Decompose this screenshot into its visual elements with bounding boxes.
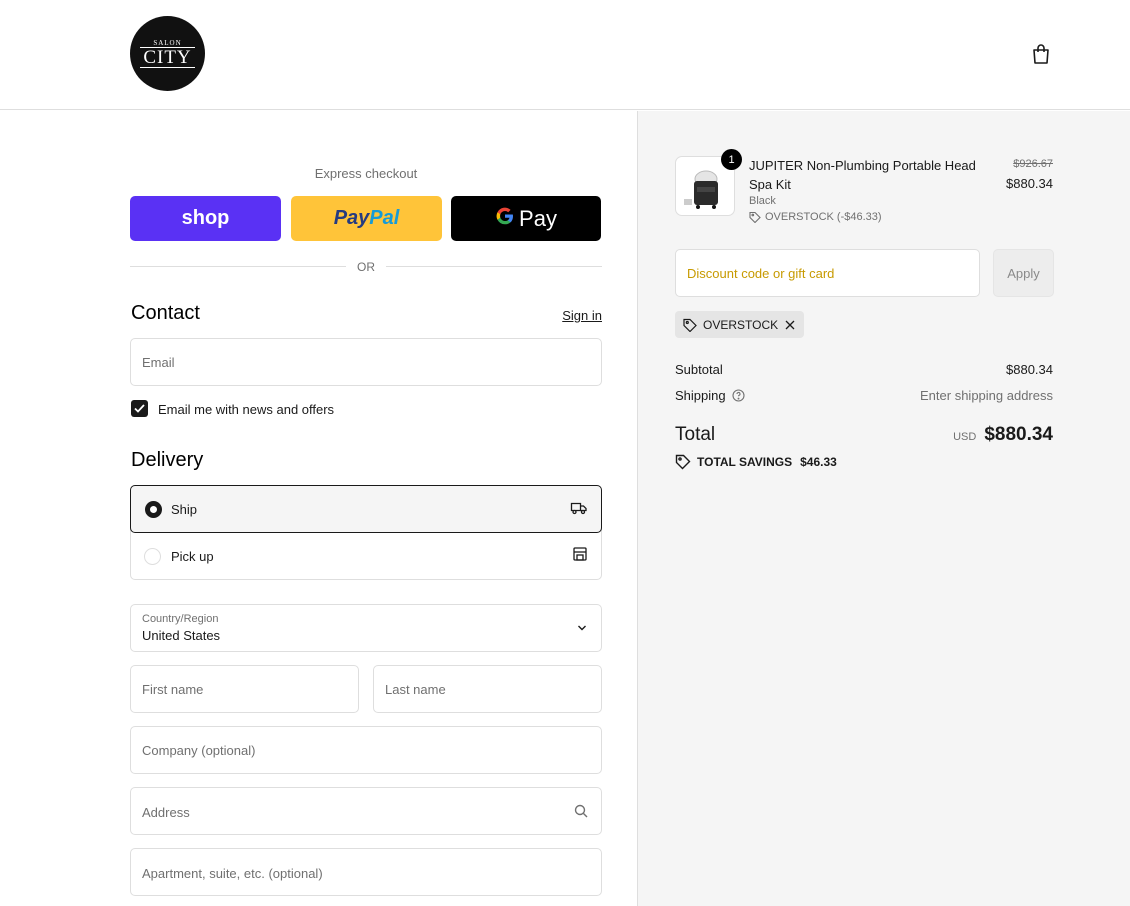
discount-code-field[interactable]: Discount code or gift card — [675, 249, 980, 297]
product-discount-text: OVERSTOCK (-$46.33) — [765, 211, 882, 223]
item-price: $880.34 — [1006, 176, 1053, 191]
chevron-down-icon — [578, 625, 586, 631]
pickup-label: Pick up — [171, 549, 214, 564]
store-logo[interactable]: SALON CITY — [130, 16, 205, 91]
order-summary: 1 JUPITER Non-Plumbing Portable Head Spa… — [637, 111, 1130, 906]
google-pay-label: Pay — [519, 205, 557, 231]
country-value: United States — [142, 628, 221, 643]
store-icon — [573, 547, 587, 561]
logo-city-text: CITY — [140, 46, 195, 68]
applied-discount-code: OVERSTOCK — [703, 317, 779, 332]
apartment-field[interactable]: Apartment, suite, etc. (optional) — [130, 848, 602, 896]
newsletter-checkbox[interactable] — [131, 400, 148, 417]
checkmark-icon — [134, 404, 145, 413]
subtotal-label: Subtotal — [675, 362, 723, 377]
total-savings-label: TOTAL SAVINGS — [697, 455, 793, 469]
ship-radio[interactable] — [145, 501, 162, 518]
tag-icon — [749, 211, 761, 223]
email-placeholder: Email — [142, 355, 175, 370]
apply-discount-button[interactable]: Apply — [993, 249, 1054, 297]
total-savings: TOTAL SAVINGS $46.33 — [675, 454, 837, 470]
tag-icon — [675, 454, 691, 470]
delivery-option-ship[interactable]: Ship — [130, 485, 602, 533]
google-g-icon — [495, 206, 515, 232]
search-icon — [574, 804, 588, 818]
last-name-placeholder: Last name — [385, 682, 446, 697]
first-name-placeholder: First name — [142, 682, 204, 697]
truck-icon — [570, 502, 587, 515]
discount-code-placeholder: Discount code or gift card — [687, 266, 835, 281]
paypal-label-part2: Pal — [369, 207, 400, 229]
paypal-label-part1: Pay — [333, 207, 370, 229]
tag-icon — [683, 318, 697, 332]
email-field[interactable]: Email — [130, 338, 602, 386]
shipping-value: Enter shipping address — [920, 388, 1053, 403]
quantity-badge: 1 — [721, 149, 742, 170]
ship-label: Ship — [171, 502, 198, 517]
help-icon[interactable] — [732, 389, 745, 402]
product-discount: OVERSTOCK (-$46.33) — [749, 211, 882, 223]
header: SALON CITY — [0, 0, 1130, 110]
original-price: $926.67 — [1013, 158, 1053, 170]
delivery-option-pickup[interactable]: Pick up — [131, 533, 601, 579]
total-label: Total — [675, 424, 716, 445]
first-name-field[interactable]: First name — [130, 665, 359, 713]
apartment-placeholder: Apartment, suite, etc. (optional) — [142, 866, 323, 881]
shipping-label: Shipping — [675, 388, 726, 403]
address-field[interactable]: Address — [130, 787, 602, 835]
company-field[interactable]: Company (optional) — [130, 726, 602, 774]
contact-heading: Contact — [131, 302, 200, 324]
checkout-form: Express checkout shop Pay Pal Pay OR Cont… — [0, 111, 637, 906]
newsletter-label: Email me with news and offers — [158, 402, 335, 417]
pickup-radio[interactable] — [144, 548, 161, 565]
sign-in-link[interactable]: Sign in — [545, 308, 602, 323]
close-icon[interactable] — [784, 319, 796, 331]
shopping-bag-icon[interactable] — [1029, 42, 1053, 66]
shop-pay-button[interactable]: shop — [130, 196, 281, 241]
subtotal-value: $880.34 — [1006, 362, 1053, 377]
total-currency: USD — [953, 431, 977, 443]
product-variant: Black — [749, 195, 776, 207]
total-value-group: USD $880.34 — [953, 424, 1053, 446]
google-pay-button[interactable]: Pay — [451, 196, 601, 241]
delivery-method-group: Ship Pick up — [130, 485, 602, 580]
total-savings-value: $46.33 — [800, 455, 837, 469]
shipping-label-group: Shipping — [675, 388, 745, 403]
shop-pay-label: shop — [181, 207, 230, 229]
express-checkout-label: Express checkout — [314, 166, 418, 181]
or-text: OR — [346, 260, 386, 274]
country-select[interactable]: Country/Region United States — [130, 604, 602, 652]
last-name-field[interactable]: Last name — [373, 665, 602, 713]
delivery-heading: Delivery — [131, 449, 204, 471]
country-label: Country/Region — [142, 613, 219, 625]
paypal-button[interactable]: Pay Pal — [291, 196, 442, 241]
address-placeholder: Address — [142, 805, 190, 820]
company-placeholder: Company (optional) — [142, 743, 256, 758]
logo-salon-text: SALON — [153, 38, 182, 47]
total-value: $880.34 — [984, 424, 1053, 445]
applied-discount-chip: OVERSTOCK — [675, 311, 805, 338]
product-name: JUPITER Non-Plumbing Portable Head Spa K… — [749, 158, 976, 192]
